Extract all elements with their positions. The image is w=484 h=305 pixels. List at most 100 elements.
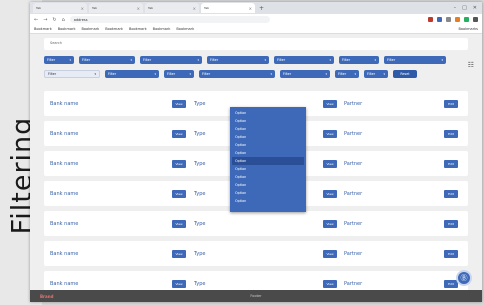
row-action-button[interactable]: View	[323, 190, 337, 198]
bookmark-item[interactable]: Bookmark	[81, 27, 99, 31]
partner-name[interactable]: Partner	[344, 131, 362, 137]
filter-dropdown[interactable]: Filter ▾	[339, 56, 379, 64]
partner-name[interactable]: Partner	[344, 281, 362, 287]
row-action-button[interactable]: View	[172, 160, 186, 168]
extension-icon[interactable]	[446, 17, 451, 22]
extension-icon[interactable]	[464, 17, 469, 22]
row-action-button[interactable]: View	[172, 190, 186, 198]
filter-dropdown[interactable]: Filter ▾	[44, 56, 74, 64]
row-action-button[interactable]: View	[172, 100, 186, 108]
browser-window: Tab × Tab × Tab × Tab × + – □ ✕ ← → ↻ ⌂ addr…	[30, 2, 482, 302]
row-action-button[interactable]: Edit	[444, 100, 458, 108]
bank-name[interactable]: Bank name	[50, 131, 78, 137]
forward-icon[interactable]: →	[43, 17, 47, 23]
dropdown-option[interactable]: Option	[232, 181, 304, 189]
filter-dropdown[interactable]: Filter ▾	[44, 70, 100, 78]
partner-name[interactable]: Partner	[344, 191, 362, 197]
extension-icon[interactable]	[428, 17, 433, 22]
dropdown-option[interactable]: Option	[232, 141, 304, 149]
other-bookmarks[interactable]: Bookmarks	[458, 27, 478, 31]
row-action-button[interactable]: Edit	[444, 220, 458, 228]
bookmark-item[interactable]: Bookmark	[153, 27, 171, 31]
filter-dropdown[interactable]: Filter ▾	[164, 70, 194, 78]
bank-name[interactable]: Bank name	[50, 101, 78, 107]
dropdown-option[interactable]: Option	[232, 117, 304, 125]
row-action-button[interactable]: View	[172, 130, 186, 138]
bank-name[interactable]: Bank name	[50, 281, 78, 287]
bookmark-item[interactable]: Bookmark	[105, 27, 123, 31]
filter-dropdown-open[interactable]: Filter ▾	[199, 70, 275, 78]
menu-icon[interactable]	[473, 17, 478, 22]
dropdown-option[interactable]: Option	[232, 133, 304, 141]
bookmark-item[interactable]: Bookmark	[34, 27, 52, 31]
grid-view-icon[interactable]: ☷	[468, 61, 474, 69]
chevron-down-icon: ▾	[69, 58, 71, 62]
maximize-button[interactable]: □	[462, 5, 467, 11]
filter-dropdown[interactable]: Filter ▾	[280, 70, 330, 78]
row-action-button[interactable]: View	[172, 280, 186, 288]
row-action-button[interactable]: Edit	[444, 190, 458, 198]
filter-dropdown[interactable]: Filter ▾	[364, 70, 388, 78]
row-action-button[interactable]: View	[323, 280, 337, 288]
browser-tab[interactable]: Tab ×	[33, 3, 87, 13]
dropdown-option[interactable]: Option	[232, 157, 304, 165]
dropdown-option[interactable]: Option	[232, 197, 304, 205]
filter-dropdown[interactable]: Filter ▾	[335, 70, 359, 78]
bookmark-item[interactable]: Bookmark	[58, 27, 76, 31]
row-action-button[interactable]: View	[323, 100, 337, 108]
row-action-button[interactable]: View	[323, 130, 337, 138]
bookmark-item[interactable]: Bookmark	[176, 27, 194, 31]
extension-icon[interactable]	[437, 17, 442, 22]
dropdown-option[interactable]: Option	[232, 125, 304, 133]
partner-name[interactable]: Partner	[344, 251, 362, 257]
dropdown-option[interactable]: Option	[232, 109, 304, 117]
partner-name[interactable]: Partner	[344, 161, 362, 167]
row-action-button[interactable]: Edit	[444, 160, 458, 168]
bank-name[interactable]: Bank name	[50, 251, 78, 257]
row-action-button[interactable]: Edit	[444, 130, 458, 138]
filter-dropdown[interactable]: Filter ▾	[79, 56, 135, 64]
dropdown-option[interactable]: Option	[232, 189, 304, 197]
bank-name[interactable]: Bank name	[50, 161, 78, 167]
partner-name[interactable]: Partner	[344, 221, 362, 227]
row-action-button[interactable]: View	[323, 160, 337, 168]
row-action-button[interactable]: View	[323, 220, 337, 228]
close-window-button[interactable]: ✕	[473, 5, 477, 11]
browser-tab[interactable]: Tab ×	[89, 3, 143, 13]
bank-type: Type	[194, 191, 206, 197]
close-tab-icon[interactable]: ×	[249, 6, 252, 11]
browser-tab[interactable]: Tab ×	[145, 3, 199, 13]
filter-dropdown[interactable]: Filter ▾	[384, 56, 446, 64]
row-action-button[interactable]: Edit	[444, 250, 458, 258]
filter-dropdown[interactable]: Filter ▾	[140, 56, 202, 64]
filter-dropdown[interactable]: Filter ▾	[207, 56, 269, 64]
help-button[interactable]: Ⓑ	[456, 270, 472, 286]
bank-type: Type	[194, 251, 206, 257]
home-icon[interactable]: ⌂	[62, 17, 65, 23]
row-action-button[interactable]: View	[172, 250, 186, 258]
row-action-button[interactable]: View	[172, 220, 186, 228]
minimize-button[interactable]: –	[454, 5, 457, 11]
close-tab-icon[interactable]: ×	[193, 6, 196, 11]
bank-name[interactable]: Bank name	[50, 221, 78, 227]
close-tab-icon[interactable]: ×	[137, 6, 140, 11]
dropdown-option[interactable]: Option	[232, 149, 304, 157]
reset-button[interactable]: Reset	[393, 70, 417, 78]
filter-dropdown[interactable]: Filter ▾	[105, 70, 159, 78]
bank-name[interactable]: Bank name	[50, 191, 78, 197]
partner-name[interactable]: Partner	[344, 101, 362, 107]
extension-icon[interactable]	[455, 17, 460, 22]
page-content: Search Filter ▾ Filter ▾ Filter ▾ Filter ▾ F…	[30, 34, 482, 302]
close-tab-icon[interactable]: ×	[81, 6, 84, 11]
row-action-button[interactable]: View	[323, 250, 337, 258]
dropdown-option[interactable]: Option	[232, 165, 304, 173]
reload-icon[interactable]: ↻	[52, 17, 56, 23]
filter-dropdown[interactable]: Filter ▾	[274, 56, 334, 64]
dropdown-option[interactable]: Option	[232, 173, 304, 181]
browser-tab-active[interactable]: Tab ×	[201, 3, 255, 13]
new-tab-button[interactable]: +	[259, 5, 264, 12]
bookmark-item[interactable]: Bookmark	[129, 27, 147, 31]
url-input[interactable]: address	[69, 16, 270, 23]
breadcrumb: Search	[44, 38, 468, 50]
back-icon[interactable]: ←	[34, 17, 38, 23]
